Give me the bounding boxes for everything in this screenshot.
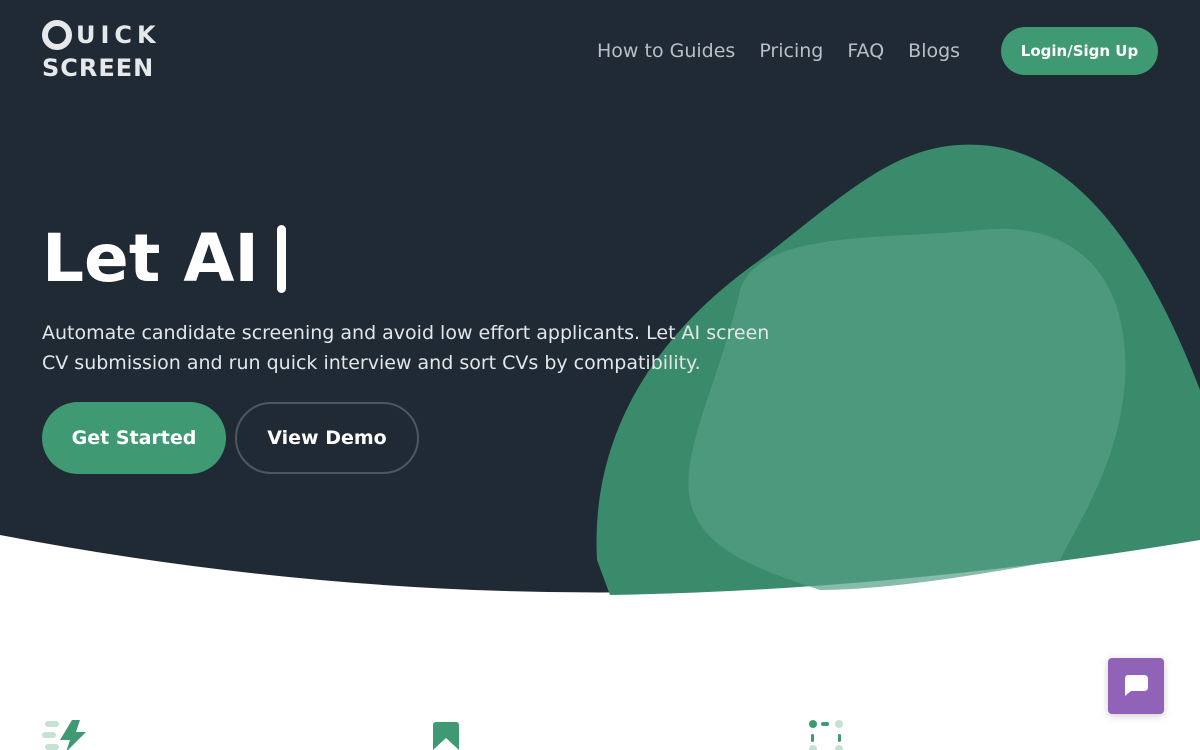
chat-bubble-icon: [1125, 675, 1148, 696]
nav-pricing[interactable]: Pricing: [759, 40, 823, 62]
view-demo-button[interactable]: View Demo: [235, 402, 419, 474]
nav-faq[interactable]: FAQ: [847, 40, 884, 62]
hero-title: Let AI: [42, 220, 291, 297]
nav-how-to-guides[interactable]: How to Guides: [597, 40, 735, 62]
main-nav: How to Guides Pricing FAQ Blogs: [597, 40, 960, 62]
hero-section: [0, 0, 1200, 600]
typing-cursor: [270, 224, 291, 293]
hero-background: [0, 0, 1200, 595]
lightning-icon: [42, 720, 86, 750]
chat-widget-button[interactable]: [1108, 658, 1164, 714]
logo-q-icon: [42, 20, 72, 50]
logo[interactable]: UICK SCREEN: [42, 20, 161, 80]
login-signup-button[interactable]: Login/Sign Up: [1001, 27, 1158, 75]
nav-blogs[interactable]: Blogs: [908, 40, 960, 62]
hero-description: Automate candidate screening and avoid l…: [42, 322, 770, 374]
bookmark-icon: [433, 722, 459, 750]
dashed-grid-icon: [809, 720, 843, 750]
get-started-button[interactable]: Get Started: [42, 402, 226, 474]
